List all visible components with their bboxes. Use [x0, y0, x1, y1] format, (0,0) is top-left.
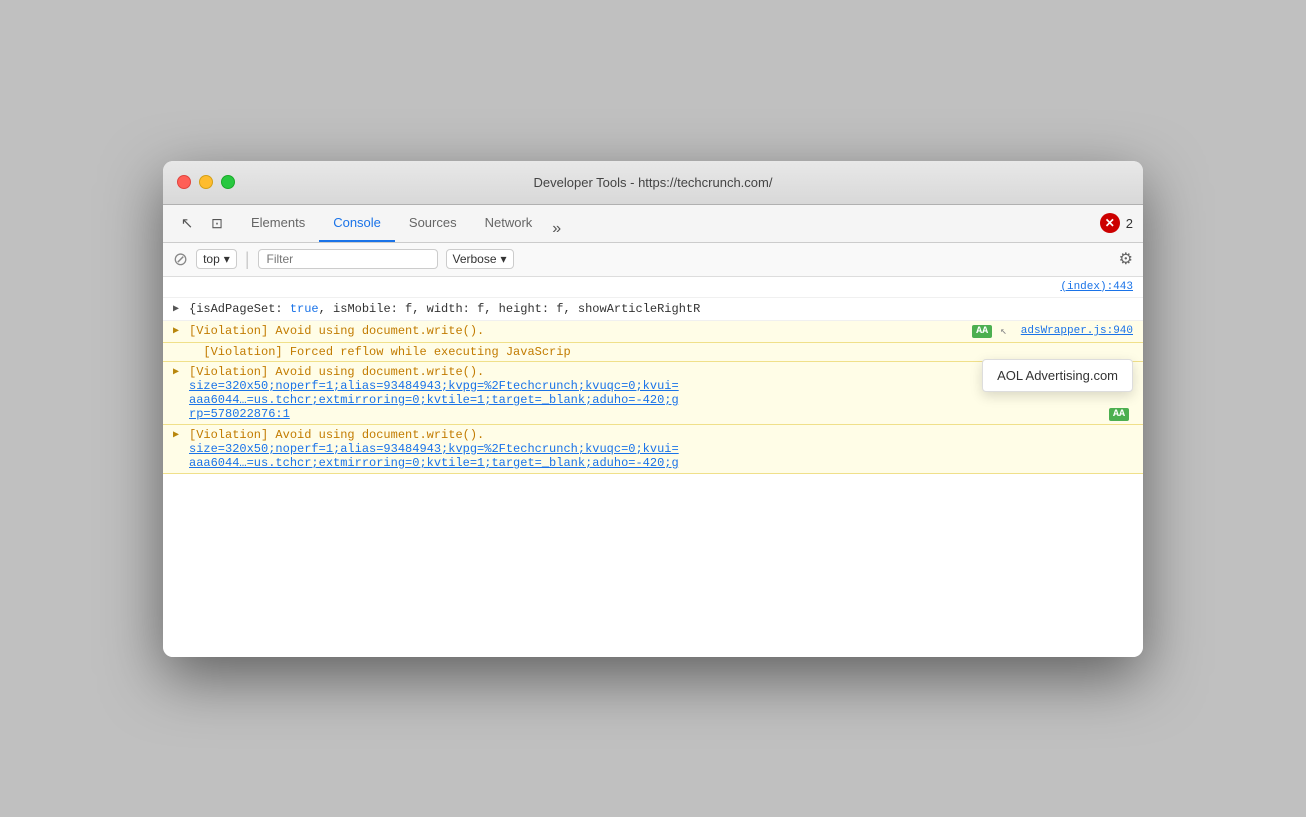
aa-badge-2: AA [1109, 408, 1129, 421]
source-link-1[interactable]: adsWrapper.js:940 [1011, 325, 1133, 337]
minimize-button[interactable] [199, 175, 213, 189]
violation-content-3: [Violation] Avoid using document.write()… [189, 428, 1133, 470]
expand-icon-2[interactable]: ▶ [173, 366, 179, 378]
maximize-button[interactable] [221, 175, 235, 189]
violation-right-1: AA ↖ adsWrapper.js:940 [968, 324, 1133, 338]
tabs: Elements Console Sources Network » [233, 205, 1098, 242]
index-link[interactable]: (index):443 [1060, 279, 1133, 296]
tab-elements[interactable]: Elements [237, 205, 319, 242]
index-line: (index):443 [163, 277, 1143, 299]
object-line: ▶ {isAdPageSet: true, isMobile: f, width… [163, 298, 1143, 321]
divider-line: | [245, 249, 250, 270]
sub-line-3-row: rp=578022876:1 AA [189, 407, 1133, 421]
traffic-lights [177, 175, 235, 189]
tab-network[interactable]: Network [471, 205, 547, 242]
clear-console-button[interactable]: ⊘ [173, 249, 188, 270]
violation-text-3: [Violation] Avoid using document.write()… [189, 428, 484, 442]
error-count-area: ✕ 2 [1100, 213, 1133, 233]
context-selector[interactable]: top ▾ [196, 249, 237, 269]
console-content: (index):443 ▶ {isAdPageSet: true, isMobi… [163, 277, 1143, 657]
close-button[interactable] [177, 175, 191, 189]
log-level-arrow: ▾ [501, 252, 507, 266]
filter-input[interactable] [258, 249, 438, 269]
sub-line-2[interactable]: aaa6044…=us.tchcr;extmirroring=0;kvtile=… [189, 393, 1133, 407]
console-toolbar: ⊘ top ▾ | Verbose ▾ ⚙ [163, 243, 1143, 277]
tab-bar: ↖ ⊡ Elements Console Sources Network » ✕… [163, 205, 1143, 243]
violation-line-3: ▶ [Violation] Avoid using document.write… [163, 425, 1143, 474]
violation-text-2: [Violation] Avoid using document.write()… [189, 365, 484, 379]
context-arrow: ▾ [224, 252, 230, 266]
log-level-label: Verbose [453, 252, 497, 266]
violation-row-3: [Violation] Avoid using document.write()… [189, 428, 1133, 442]
tooltip: AOL Advertising.com [982, 359, 1133, 392]
cursor-arrow: ↖ [1000, 324, 1007, 338]
expand-icon-1[interactable]: ▶ [173, 325, 179, 337]
aa-badge-1: AA [972, 325, 992, 338]
sub-line-3[interactable]: rp=578022876:1 [189, 407, 1099, 421]
log-level-selector[interactable]: Verbose ▾ [446, 249, 514, 269]
sub-line-3-1[interactable]: size=320x50;noperf=1;alias=93484943;kvpg… [189, 442, 1133, 456]
violation-row-1: [Violation] Avoid using document.write()… [189, 324, 1133, 338]
expand-icon[interactable]: ▶ [173, 302, 179, 317]
object-content: {isAdPageSet: true, isMobile: f, width: … [189, 300, 1133, 318]
titlebar: Developer Tools - https://techcrunch.com… [163, 161, 1143, 205]
tab-console[interactable]: Console [319, 205, 395, 242]
sub-line-3-2[interactable]: aaa6044…=us.tchcr;extmirroring=0;kvtile=… [189, 456, 1133, 470]
context-label: top [203, 252, 220, 266]
settings-icon[interactable]: ⚙ [1119, 249, 1133, 269]
tab-sources[interactable]: Sources [395, 205, 471, 242]
violation-cont-text: [Violation] Forced reflow while executin… [189, 345, 571, 359]
more-tabs-button[interactable]: » [546, 216, 567, 242]
violation-text-1: [Violation] Avoid using document.write()… [189, 324, 968, 338]
device-icon[interactable]: ⊡ [203, 209, 231, 237]
violation-line-1: ▶ [Violation] Avoid using document.write… [163, 321, 1143, 343]
window-title: Developer Tools - https://techcrunch.com… [534, 175, 773, 190]
devtools-window: Developer Tools - https://techcrunch.com… [163, 161, 1143, 657]
error-icon: ✕ [1100, 213, 1120, 233]
inspector-icon[interactable]: ↖ [173, 209, 201, 237]
expand-icon-3[interactable]: ▶ [173, 429, 179, 441]
tooltip-text: AOL Advertising.com [997, 368, 1118, 383]
error-count: 2 [1126, 216, 1133, 231]
